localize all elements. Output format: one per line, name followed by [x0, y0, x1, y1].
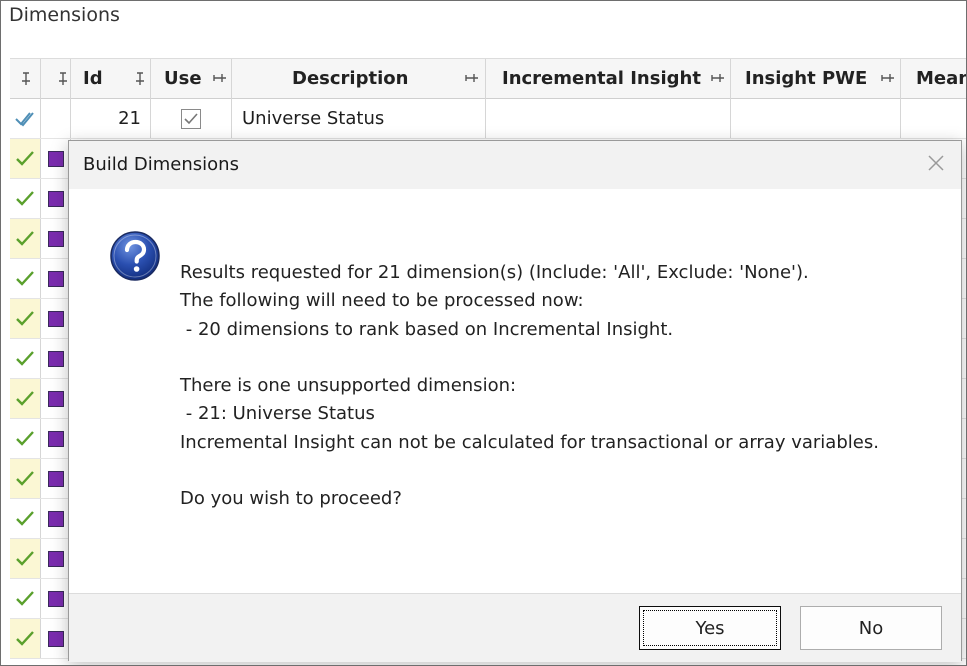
color-swatch[interactable] — [48, 431, 64, 447]
column-header-description[interactable]: Description — [232, 59, 486, 99]
row-color-cell[interactable] — [41, 379, 71, 418]
double-check-icon — [15, 112, 34, 127]
row-status-cell[interactable] — [10, 459, 41, 498]
row-status-cell[interactable] — [10, 179, 41, 218]
dialog-message-line: There is one unsupported dimension: — [180, 375, 517, 397]
checkmark-icon — [16, 191, 34, 206]
column-header-id[interactable]: Id — [71, 59, 151, 99]
dialog-message-line: - 20 dimensions to rank based on Increme… — [180, 318, 674, 340]
row-status-cell[interactable] — [10, 379, 41, 418]
column-header-check[interactable] — [10, 59, 41, 99]
row-status-cell[interactable] — [10, 619, 41, 658]
column-header-incremental-insight[interactable]: Incremental Insight — [486, 59, 731, 99]
color-swatch[interactable] — [48, 551, 64, 567]
color-swatch[interactable] — [48, 591, 64, 607]
row-insight-pwe-cell[interactable] — [731, 99, 901, 138]
pin-icon[interactable] — [20, 72, 32, 86]
row-description-cell[interactable]: Universe Status — [232, 99, 486, 138]
row-color-cell[interactable] — [41, 619, 71, 658]
row-color-cell[interactable] — [41, 139, 71, 178]
checkmark-icon — [16, 351, 34, 366]
dialog-message-line: Do you wish to proceed? — [180, 488, 402, 510]
dialog-title: Build Dimensions — [83, 154, 239, 175]
color-swatch[interactable] — [48, 351, 64, 367]
color-swatch[interactable] — [48, 391, 64, 407]
column-header-use[interactable]: Use — [151, 59, 232, 99]
row-color-cell[interactable] — [41, 499, 71, 538]
pin-icon[interactable] — [881, 72, 894, 86]
row-status-cell[interactable] — [10, 99, 41, 138]
dialog-message-line: Incremental Insight can not be calculate… — [180, 431, 879, 453]
row-status-cell[interactable] — [10, 419, 41, 458]
dialog-message-line: - 21: Universe Status — [180, 403, 375, 425]
checkmark-icon — [16, 591, 34, 606]
checkmark-icon — [16, 391, 34, 406]
table-row[interactable]: 21 Universe Status — [10, 99, 966, 139]
panel-title: Dimensions — [9, 4, 120, 26]
color-swatch[interactable] — [48, 311, 64, 327]
pin-icon[interactable] — [711, 72, 724, 86]
use-checkbox[interactable] — [181, 109, 201, 129]
column-header-insight-pwe[interactable]: Insight PWE — [731, 59, 901, 99]
row-color-cell[interactable] — [41, 579, 71, 618]
row-use-cell[interactable] — [151, 99, 232, 138]
column-header-color[interactable] — [41, 59, 71, 99]
no-button[interactable]: No — [800, 606, 942, 650]
checkmark-icon — [16, 511, 34, 526]
dialog-message-line: Results requested for 21 dimension(s) (I… — [180, 262, 809, 283]
row-status-cell[interactable] — [10, 259, 41, 298]
dialog-message-line: The following will need to be processed … — [180, 290, 584, 312]
grid-header: Id Use Description Incremental Insight I… — [10, 58, 966, 99]
build-dimensions-dialog: Build Dimensions Results requested for 2… — [68, 140, 962, 662]
checkmark-icon — [184, 113, 198, 125]
row-status-cell[interactable] — [10, 139, 41, 178]
row-incremental-insight-cell[interactable] — [486, 99, 731, 138]
dimensions-panel: Dimensions Id Use Description Incrementa… — [0, 0, 967, 666]
checkmark-icon — [16, 551, 34, 566]
row-color-cell[interactable] — [41, 459, 71, 498]
dialog-message-line — [180, 344, 879, 372]
color-swatch[interactable] — [48, 231, 64, 247]
row-color-cell[interactable] — [41, 299, 71, 338]
dialog-title-bar: Build Dimensions — [69, 141, 961, 189]
color-swatch[interactable] — [48, 511, 64, 527]
row-status-cell[interactable] — [10, 539, 41, 578]
pin-icon[interactable] — [213, 72, 226, 86]
row-status-cell[interactable] — [10, 339, 41, 378]
checkmark-icon — [16, 471, 34, 486]
color-swatch[interactable] — [48, 471, 64, 487]
dialog-message-line — [180, 457, 879, 485]
row-color-cell[interactable] — [41, 219, 71, 258]
row-status-cell[interactable] — [10, 299, 41, 338]
pin-icon[interactable] — [465, 72, 478, 86]
row-color-cell[interactable] — [41, 419, 71, 458]
color-swatch[interactable] — [48, 631, 64, 647]
checkmark-icon — [16, 431, 34, 446]
question-icon — [110, 231, 160, 281]
color-swatch[interactable] — [48, 151, 64, 167]
dialog-message: Results requested for 21 dimension(s) (I… — [180, 259, 879, 514]
dialog-footer: Yes No — [69, 593, 961, 662]
pin-icon[interactable] — [57, 72, 69, 86]
checkmark-icon — [16, 151, 34, 166]
row-color-cell[interactable] — [41, 339, 71, 378]
row-status-cell[interactable] — [10, 579, 41, 618]
row-status-cell[interactable] — [10, 219, 41, 258]
row-id-cell[interactable]: 21 — [71, 99, 151, 138]
row-color-cell[interactable] — [41, 99, 71, 138]
checkmark-icon — [16, 271, 34, 286]
column-header-mean[interactable]: Mean — [901, 59, 966, 99]
color-swatch[interactable] — [48, 191, 64, 207]
color-swatch[interactable] — [48, 271, 64, 287]
row-color-cell[interactable] — [41, 179, 71, 218]
row-color-cell[interactable] — [41, 259, 71, 298]
checkmark-icon — [16, 231, 34, 246]
checkmark-icon — [16, 631, 34, 646]
row-status-cell[interactable] — [10, 499, 41, 538]
yes-button[interactable]: Yes — [639, 606, 781, 650]
close-icon[interactable] — [925, 152, 947, 174]
pin-icon[interactable] — [134, 72, 146, 86]
checkmark-icon — [16, 311, 34, 326]
row-color-cell[interactable] — [41, 539, 71, 578]
